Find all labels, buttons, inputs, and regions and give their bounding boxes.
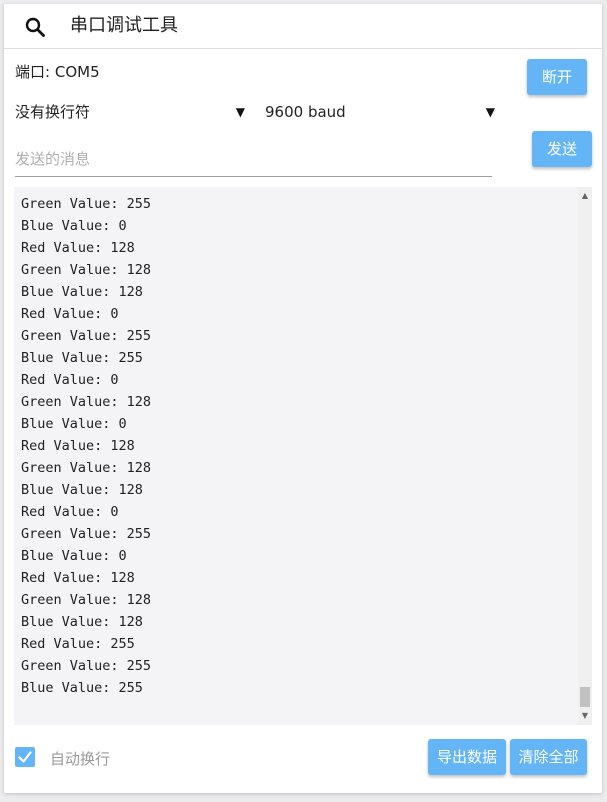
log-line: Green Value: 255 [21,658,152,674]
log-line: Red Value: 0 [21,504,119,520]
log-line: Blue Value: 128 [21,614,143,630]
log-line: Blue Value: 0 [21,548,127,564]
log-lines: Green Value: 255 Blue Value: 0 Red Value: … [21,193,151,699]
port-value: COM5 [54,63,100,81]
port-label: 端口: [15,63,51,81]
port-info: 端口: COM5 [15,62,100,82]
clear-all-button[interactable]: 清除全部 [510,739,587,775]
log-line: Green Value: 255 [21,196,152,212]
log-line: Blue Value: 0 [21,218,127,234]
log-line: Green Value: 128 [21,394,152,410]
dropdown-arrow-icon: ▼ [485,105,495,119]
log-line: Green Value: 255 [21,526,152,542]
log-line: Red Value: 128 [21,570,135,586]
log-line: Blue Value: 0 [21,416,127,432]
auto-wrap-checkbox[interactable] [15,747,35,767]
disconnect-button[interactable]: 断开 [527,59,587,95]
dropdown-arrow-icon: ▼ [235,105,245,119]
page-title: 串口调试工具 [70,15,178,36]
line-ending-value: 没有换行符 [15,103,91,121]
log-line: Red Value: 255 [21,636,135,652]
log-line: Green Value: 128 [21,592,152,608]
export-data-button[interactable]: 导出数据 [428,739,506,775]
log-line: Green Value: 255 [21,328,152,344]
log-line: Green Value: 128 [21,262,152,278]
log-line: Green Value: 128 [21,460,152,476]
auto-wrap-label: 自动换行 [50,750,111,768]
scroll-thumb[interactable] [580,687,590,707]
message-input[interactable] [15,142,492,177]
checkmark-icon [18,751,32,763]
line-ending-select[interactable]: 没有换行符 ▼ [15,100,245,124]
scroll-up-arrow-icon[interactable]: ▲ [578,189,592,203]
log-line: Blue Value: 255 [21,680,143,696]
send-button[interactable]: 发送 [532,131,592,167]
search-icon[interactable] [24,16,46,38]
log-line: Red Value: 0 [21,372,119,388]
serial-tool-card: 串口调试工具 端口: COM5 断开 没有换行符 ▼ 9600 baud ▼ 发… [4,4,602,793]
log-scrollbar[interactable]: ▲ ▼ [578,187,592,725]
scroll-down-arrow-icon[interactable]: ▼ [578,709,592,723]
log-line: Red Value: 128 [21,438,135,454]
baud-rate-value: 9600 baud [265,103,346,121]
app-header: 串口调试工具 [4,4,602,49]
baud-rate-select[interactable]: 9600 baud ▼ [265,100,495,124]
log-line: Blue Value: 255 [21,350,143,366]
log-line: Red Value: 128 [21,240,135,256]
log-line: Red Value: 0 [21,306,119,322]
serial-log-output[interactable]: Green Value: 255 Blue Value: 0 Red Value: … [14,187,592,725]
log-line: Blue Value: 128 [21,284,143,300]
log-line: Blue Value: 128 [21,482,143,498]
